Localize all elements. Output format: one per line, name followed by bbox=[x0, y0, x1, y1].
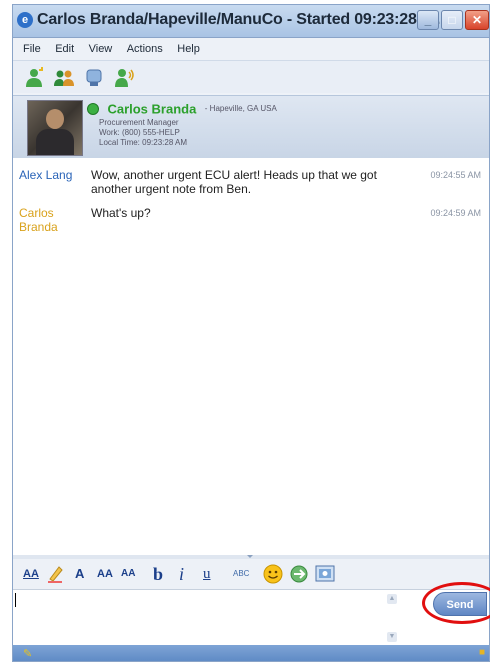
font-icon[interactable]: AA bbox=[23, 563, 39, 585]
contact-title: Procurement Manager bbox=[99, 118, 179, 127]
pencil-icon: ✎ bbox=[23, 648, 33, 660]
add-contact-icon[interactable] bbox=[23, 67, 45, 89]
message-time: 09:24:55 AM bbox=[430, 170, 481, 180]
menu-bar: File Edit View Actions Help bbox=[13, 38, 489, 61]
text-caret bbox=[15, 593, 16, 607]
message-input[interactable]: ▲ ▼ Send bbox=[13, 590, 489, 645]
status-bar: ✎ ■ bbox=[13, 645, 489, 661]
chat-window: e Carlos Branda/Hapeville/ManuCo - Start… bbox=[12, 4, 490, 662]
message-time: 09:24:59 AM bbox=[430, 208, 481, 218]
send-file-icon[interactable] bbox=[289, 564, 309, 586]
message-text: Wow, another urgent ECU alert! Heads up … bbox=[91, 168, 377, 196]
spell-check-icon[interactable]: ABC bbox=[233, 563, 249, 585]
emoticon-icon[interactable] bbox=[263, 564, 283, 586]
contact-card: Carlos Branda - Hapeville, GA USA Procur… bbox=[13, 95, 489, 159]
underline-button[interactable]: u bbox=[203, 563, 211, 585]
avatar[interactable] bbox=[27, 100, 83, 156]
contact-location: - Hapeville, GA USA bbox=[204, 104, 277, 114]
highlight-icon[interactable] bbox=[47, 563, 65, 585]
app-icon: e bbox=[17, 12, 33, 28]
italic-button[interactable]: i bbox=[179, 563, 184, 585]
call-icon[interactable] bbox=[113, 67, 135, 89]
menu-file[interactable]: File bbox=[23, 38, 41, 60]
close-button[interactable]: ✕ bbox=[465, 10, 489, 30]
lock-icon: ■ bbox=[478, 647, 485, 658]
message-sender: Carlos Branda bbox=[19, 206, 58, 234]
bold-button[interactable]: b bbox=[153, 563, 163, 585]
scroll-down-icon[interactable]: ▼ bbox=[387, 632, 397, 642]
scroll-up-icon[interactable]: ▲ bbox=[387, 594, 397, 604]
menu-actions[interactable]: Actions bbox=[127, 38, 163, 60]
message-text: What's up? bbox=[91, 206, 151, 220]
menu-view[interactable]: View bbox=[89, 38, 113, 60]
toolbar bbox=[13, 61, 489, 93]
screen-capture-icon[interactable] bbox=[315, 564, 335, 586]
meeting-icon[interactable] bbox=[83, 67, 105, 89]
menu-edit[interactable]: Edit bbox=[55, 38, 74, 60]
minimize-button[interactable]: _ bbox=[417, 10, 439, 30]
contact-work-phone: Work: (800) 555-HELP bbox=[99, 128, 180, 137]
maximize-button[interactable]: □ bbox=[441, 10, 463, 30]
shrink-font-icon[interactable]: AA bbox=[121, 563, 135, 585]
font-color-icon[interactable]: A bbox=[75, 563, 84, 585]
window-title: Carlos Branda/Hapeville/ManuCo - Started… bbox=[37, 11, 445, 28]
format-toolbar: AA A AA AA b i u ABC bbox=[13, 559, 489, 590]
presence-icon bbox=[87, 102, 99, 115]
title-bar[interactable]: e Carlos Branda/Hapeville/ManuCo - Start… bbox=[13, 5, 489, 38]
chat-transcript[interactable]: Alex Lang Wow, another urgent ECU alert!… bbox=[13, 158, 489, 556]
input-scrollbar[interactable]: ▲ ▼ bbox=[385, 592, 399, 644]
group-chat-icon[interactable] bbox=[53, 67, 75, 89]
menu-help[interactable]: Help bbox=[177, 38, 200, 60]
contact-name[interactable]: Carlos Branda bbox=[107, 101, 196, 116]
contact-local-time: Local Time: 09:23:28 AM bbox=[99, 138, 188, 147]
grow-font-icon[interactable]: AA bbox=[97, 563, 113, 585]
message-sender: Alex Lang bbox=[19, 168, 73, 182]
